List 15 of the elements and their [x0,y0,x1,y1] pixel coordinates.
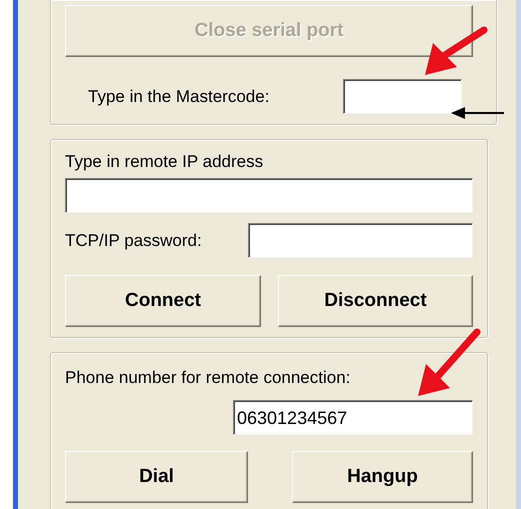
action-button[interactable]: Dial [65,451,248,503]
input-field[interactable] [65,178,473,213]
pointer-arrow-icon [451,106,504,120]
input-field[interactable]: 06301234567 [233,400,473,435]
field-label: TCP/IP password: [65,230,203,250]
pointer-arrow-icon [416,328,481,398]
pointer-arrow-icon [423,26,488,77]
action-button[interactable]: Disconnect [278,275,473,327]
field-label: Phone number for remote connection: [65,368,352,388]
action-button[interactable]: Connect [65,275,261,327]
input-field[interactable] [343,79,462,114]
action-button[interactable]: Hangup [292,451,473,503]
input-field[interactable] [248,223,473,258]
field-label: Type in the Mastercode: [88,86,270,106]
field-label: Type in remote IP address [65,152,264,172]
